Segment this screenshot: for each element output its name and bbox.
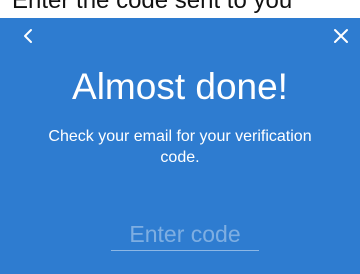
chevron-left-icon[interactable] — [20, 27, 38, 45]
page-title: Almost done! — [72, 66, 288, 107]
instruction-subtitle: Check your email for your verification c… — [48, 128, 312, 166]
verification-code-input[interactable] — [111, 218, 259, 251]
top-text-strip: Enter the code sent to you — [0, 0, 360, 18]
instruction-text: Enter the code sent to you — [12, 0, 293, 14]
close-icon[interactable] — [332, 27, 350, 45]
